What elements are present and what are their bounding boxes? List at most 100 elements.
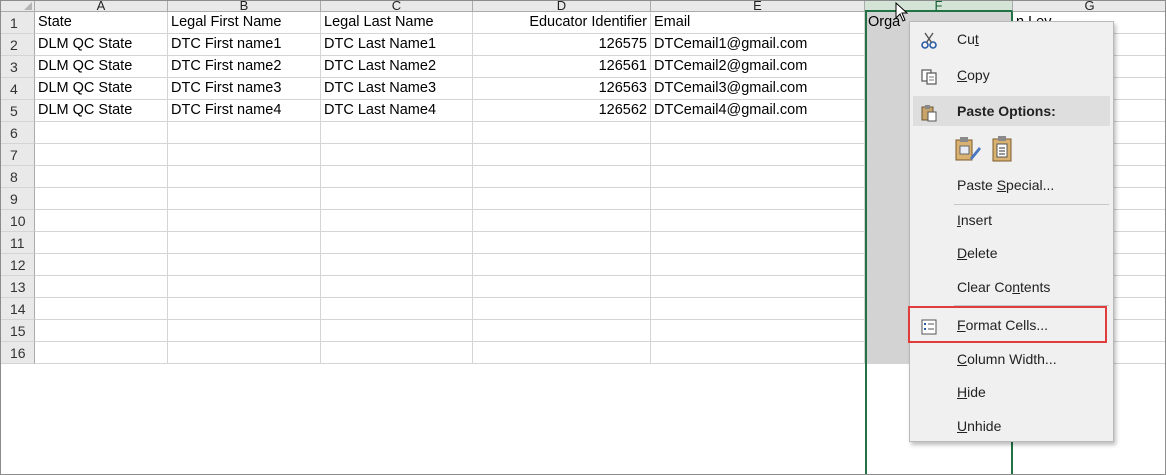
cell-b12[interactable] <box>168 254 321 276</box>
cell-a1[interactable]: State <box>35 12 168 34</box>
cell-a10[interactable] <box>35 210 168 232</box>
row-header-3[interactable]: 3 <box>1 56 35 78</box>
cell-a6[interactable] <box>35 122 168 144</box>
cell-a3[interactable]: DLM QC State <box>35 56 168 78</box>
cell-c10[interactable] <box>321 210 473 232</box>
cell-a16[interactable] <box>35 342 168 364</box>
cell-a9[interactable] <box>35 188 168 210</box>
cell-d1[interactable]: Educator Identifier <box>473 12 651 34</box>
cell-e11[interactable] <box>651 232 865 254</box>
row-header-4[interactable]: 4 <box>1 78 35 100</box>
row-header-11[interactable]: 11 <box>1 232 35 254</box>
row-header-7[interactable]: 7 <box>1 144 35 166</box>
cell-b10[interactable] <box>168 210 321 232</box>
cell-c13[interactable] <box>321 276 473 298</box>
cell-c12[interactable] <box>321 254 473 276</box>
cell-c9[interactable] <box>321 188 473 210</box>
cell-b8[interactable] <box>168 166 321 188</box>
cell-e10[interactable] <box>651 210 865 232</box>
cell-d13[interactable] <box>473 276 651 298</box>
menu-item-paste-special[interactable]: Paste Special... <box>910 170 1113 200</box>
cell-c2[interactable]: DTC Last Name1 <box>321 34 473 56</box>
row-header-5[interactable]: 5 <box>1 100 35 122</box>
cell-d2[interactable]: 126575 <box>473 34 651 56</box>
cell-d5[interactable]: 126562 <box>473 100 651 122</box>
column-header-e[interactable]: E <box>651 1 865 12</box>
cell-a13[interactable] <box>35 276 168 298</box>
cell-d12[interactable] <box>473 254 651 276</box>
cell-c5[interactable]: DTC Last Name4 <box>321 100 473 122</box>
cell-b7[interactable] <box>168 144 321 166</box>
cell-b4[interactable]: DTC First name3 <box>168 78 321 100</box>
cell-d9[interactable] <box>473 188 651 210</box>
cell-c4[interactable]: DTC Last Name3 <box>321 78 473 100</box>
cell-d6[interactable] <box>473 122 651 144</box>
cell-a5[interactable]: DLM QC State <box>35 100 168 122</box>
menu-item-cut[interactable]: Cut <box>910 24 1113 54</box>
menu-item-insert[interactable]: Insert <box>910 205 1113 235</box>
cell-d14[interactable] <box>473 298 651 320</box>
menu-item-delete[interactable]: Delete <box>910 238 1113 268</box>
menu-item-hide[interactable]: Hide <box>910 377 1113 407</box>
cell-c8[interactable] <box>321 166 473 188</box>
row-header-10[interactable]: 10 <box>1 210 35 232</box>
row-header-8[interactable]: 8 <box>1 166 35 188</box>
row-header-16[interactable]: 16 <box>1 342 35 364</box>
cell-b13[interactable] <box>168 276 321 298</box>
menu-item-format-cells[interactable]: Format Cells... <box>910 310 1113 340</box>
cell-c6[interactable] <box>321 122 473 144</box>
cell-e2[interactable]: DTCemail1@gmail.com <box>651 34 865 56</box>
column-header-c[interactable]: C <box>321 1 473 12</box>
cell-e15[interactable] <box>651 320 865 342</box>
row-header-9[interactable]: 9 <box>1 188 35 210</box>
cell-e12[interactable] <box>651 254 865 276</box>
cell-e5[interactable]: DTCemail4@gmail.com <box>651 100 865 122</box>
cell-e8[interactable] <box>651 166 865 188</box>
paste-formatting-icon[interactable] <box>952 134 982 167</box>
column-header-f[interactable]: F <box>865 1 1013 12</box>
cell-e13[interactable] <box>651 276 865 298</box>
cell-e7[interactable] <box>651 144 865 166</box>
cell-d3[interactable]: 126561 <box>473 56 651 78</box>
cell-d10[interactable] <box>473 210 651 232</box>
select-all-corner[interactable] <box>1 1 35 12</box>
cell-b16[interactable] <box>168 342 321 364</box>
cell-b1[interactable]: Legal First Name <box>168 12 321 34</box>
menu-item-clear-contents[interactable]: Clear Contents <box>910 272 1113 302</box>
cell-d11[interactable] <box>473 232 651 254</box>
menu-item-unhide[interactable]: Unhide <box>910 411 1113 441</box>
cell-b14[interactable] <box>168 298 321 320</box>
cell-c7[interactable] <box>321 144 473 166</box>
row-header-15[interactable]: 15 <box>1 320 35 342</box>
cell-b15[interactable] <box>168 320 321 342</box>
menu-item-column-width[interactable]: Column Width... <box>910 344 1113 374</box>
cell-b11[interactable] <box>168 232 321 254</box>
cell-a4[interactable]: DLM QC State <box>35 78 168 100</box>
cell-a7[interactable] <box>35 144 168 166</box>
cell-c3[interactable]: DTC Last Name2 <box>321 56 473 78</box>
cell-e6[interactable] <box>651 122 865 144</box>
column-header-g[interactable]: G <box>1013 1 1165 12</box>
cell-b6[interactable] <box>168 122 321 144</box>
cell-a8[interactable] <box>35 166 168 188</box>
cell-e16[interactable] <box>651 342 865 364</box>
cell-c1[interactable]: Legal Last Name <box>321 12 473 34</box>
row-header-1[interactable]: 1 <box>1 12 35 34</box>
cell-a14[interactable] <box>35 298 168 320</box>
cell-e14[interactable] <box>651 298 865 320</box>
cell-c14[interactable] <box>321 298 473 320</box>
cell-c16[interactable] <box>321 342 473 364</box>
row-header-6[interactable]: 6 <box>1 122 35 144</box>
column-header-a[interactable]: A <box>35 1 168 12</box>
cell-a15[interactable] <box>35 320 168 342</box>
row-header-12[interactable]: 12 <box>1 254 35 276</box>
row-header-14[interactable]: 14 <box>1 298 35 320</box>
row-header-2[interactable]: 2 <box>1 34 35 56</box>
cell-d8[interactable] <box>473 166 651 188</box>
cell-c11[interactable] <box>321 232 473 254</box>
menu-item-copy[interactable]: Copy <box>910 60 1113 90</box>
cell-c15[interactable] <box>321 320 473 342</box>
column-header-b[interactable]: B <box>168 1 321 12</box>
cell-a11[interactable] <box>35 232 168 254</box>
cell-e1[interactable]: Email <box>651 12 865 34</box>
